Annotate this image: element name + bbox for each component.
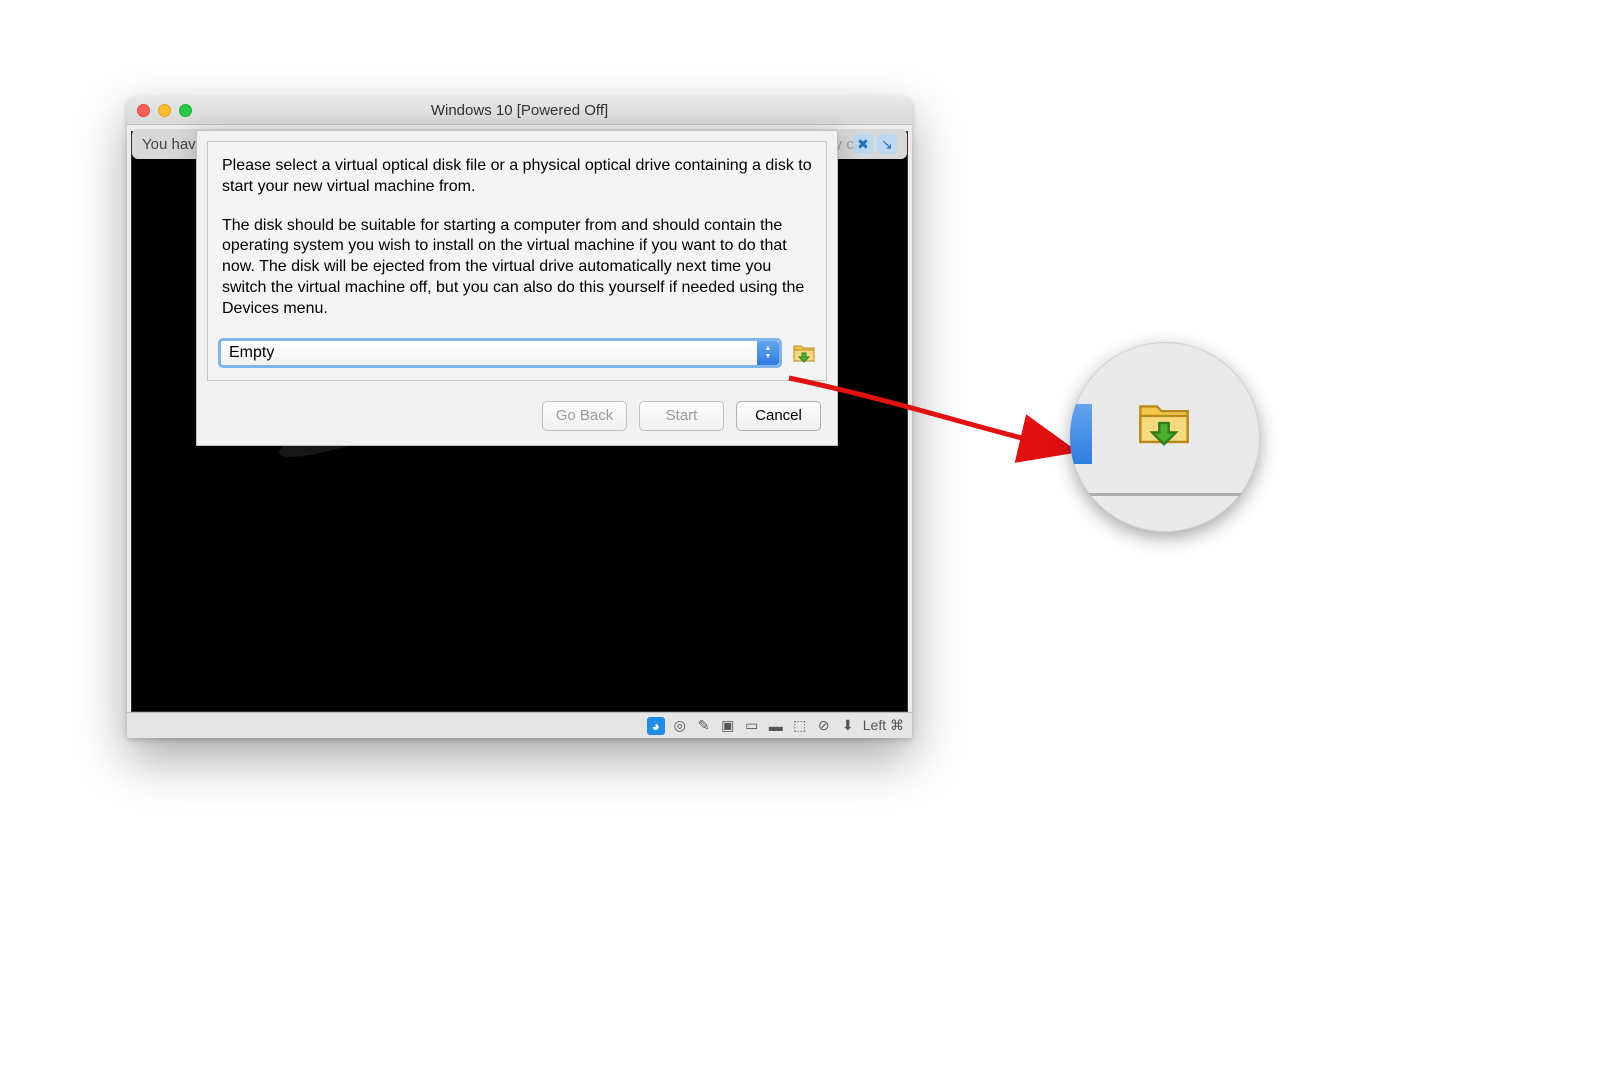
magnified-browse-icon xyxy=(1134,397,1194,449)
network-icon[interactable]: ⬚ xyxy=(791,717,809,735)
hostkey-label: Left ⌘ xyxy=(863,717,904,734)
dismiss-notice-icon[interactable]: ✖ xyxy=(853,134,873,154)
cancel-button[interactable]: Cancel xyxy=(736,401,821,431)
optical-disk-select[interactable]: Empty ▲▼ xyxy=(218,338,782,368)
shared-folders-icon[interactable]: ▭ xyxy=(743,717,761,735)
usb-icon[interactable]: ⊘ xyxy=(815,717,833,735)
window-title: Windows 10 [Powered Off] xyxy=(127,102,912,119)
startup-disk-sheet: Please select a virtual optical disk fil… xyxy=(196,130,838,446)
go-back-button[interactable]: Go Back xyxy=(542,401,627,431)
magnified-callout xyxy=(1070,342,1260,532)
optical-disk-select-value: Empty xyxy=(229,344,274,362)
magnified-select-edge xyxy=(1070,404,1092,464)
sheet-paragraph-2: The disk should be suitable for starting… xyxy=(218,212,816,320)
vm-window: Windows 10 [Powered Off] ORACLE You have… xyxy=(127,97,912,738)
notice-info-icon[interactable]: ↘ xyxy=(877,134,897,154)
start-button[interactable]: Start xyxy=(639,401,724,431)
display-icon[interactable]: ▣ xyxy=(719,717,737,735)
titlebar: Windows 10 [Powered Off] xyxy=(127,97,912,125)
recording-icon[interactable]: ⬇ xyxy=(839,717,857,735)
browse-disk-file-button[interactable] xyxy=(792,342,816,364)
select-arrows-icon: ▲▼ xyxy=(757,341,779,365)
statusbar: ◕ ◎ ✎ ▣ ▭ ▬ ⬚ ⊘ ⬇ Left ⌘ xyxy=(127,712,912,738)
audio-icon[interactable]: ▬ xyxy=(767,717,785,735)
optical-drive-icon[interactable]: ◎ xyxy=(671,717,689,735)
hard-disk-activity-icon[interactable]: ◕ xyxy=(647,717,665,735)
sheet-paragraph-1: Please select a virtual optical disk fil… xyxy=(218,152,816,198)
guest-additions-icon[interactable]: ✎ xyxy=(695,717,713,735)
